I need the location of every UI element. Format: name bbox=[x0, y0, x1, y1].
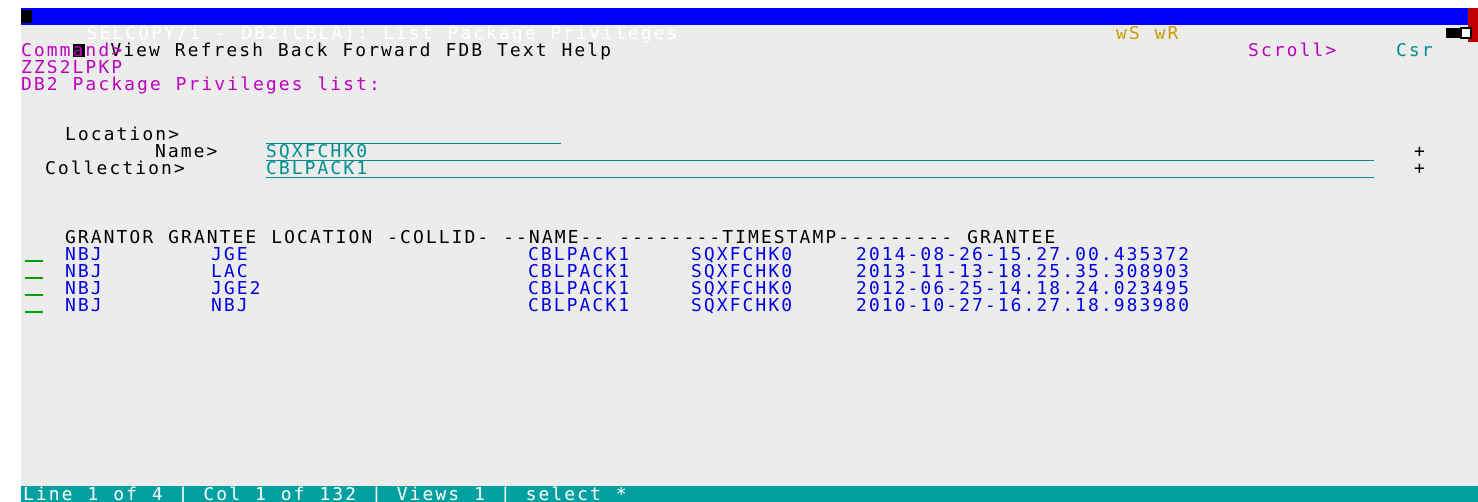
row-select-field[interactable] bbox=[25, 294, 43, 296]
scroll-amount-field[interactable]: Csr bbox=[1396, 42, 1435, 60]
row-select-field[interactable] bbox=[25, 277, 43, 279]
title-bar: SELCOPY/i - DB2(CBLA): List Package Priv… bbox=[21, 8, 1478, 43]
menu-item-text[interactable]: Text bbox=[497, 40, 549, 61]
title-marker-icon bbox=[21, 10, 32, 23]
cell-collid: CBLPACK1 bbox=[528, 295, 632, 316]
row-select-field[interactable] bbox=[25, 260, 43, 262]
cell-timestamp: 2010-10-27-16.27.18.983980 bbox=[856, 295, 1192, 316]
page-title: DB2 Package Privileges list: bbox=[21, 74, 382, 95]
menu-item-help[interactable]: Help bbox=[561, 40, 613, 61]
terminal-screen: SELCOPY/i - DB2(CBLA): List Package Priv… bbox=[21, 8, 1478, 502]
cell-grantor: NBJ bbox=[65, 295, 104, 316]
cell-grantee: NBJ bbox=[211, 295, 250, 316]
table-row[interactable]: NBJ NBJ CBLPACK1 SQXFCHK0 2010-10-27-16.27.1… bbox=[21, 295, 1421, 316]
window-controls-icon[interactable] bbox=[1446, 27, 1474, 39]
menu-item-fdb[interactable]: FDB bbox=[445, 40, 484, 61]
collection-field[interactable]: CBLPACK1 bbox=[266, 160, 1374, 178]
status-bar: Line 1 of 4 | Col 1 of 132 | Views 1 | s… bbox=[21, 486, 1478, 502]
collection-prompt-plus[interactable]: + bbox=[1414, 160, 1425, 178]
collection-label: Collection> bbox=[45, 158, 187, 179]
menu-item-back[interactable]: Back bbox=[278, 40, 330, 61]
name-field[interactable]: SQXFCHK0 bbox=[266, 143, 1374, 161]
cell-name: SQXFCHK0 bbox=[691, 295, 795, 316]
row-select-field[interactable] bbox=[25, 311, 43, 313]
workspace-indicators: wS wR bbox=[1116, 23, 1181, 44]
scroll-label: Scroll> bbox=[1248, 40, 1339, 61]
menu-item-forward[interactable]: Forward bbox=[342, 40, 432, 61]
menu-item-refresh[interactable]: Refresh bbox=[175, 40, 265, 61]
